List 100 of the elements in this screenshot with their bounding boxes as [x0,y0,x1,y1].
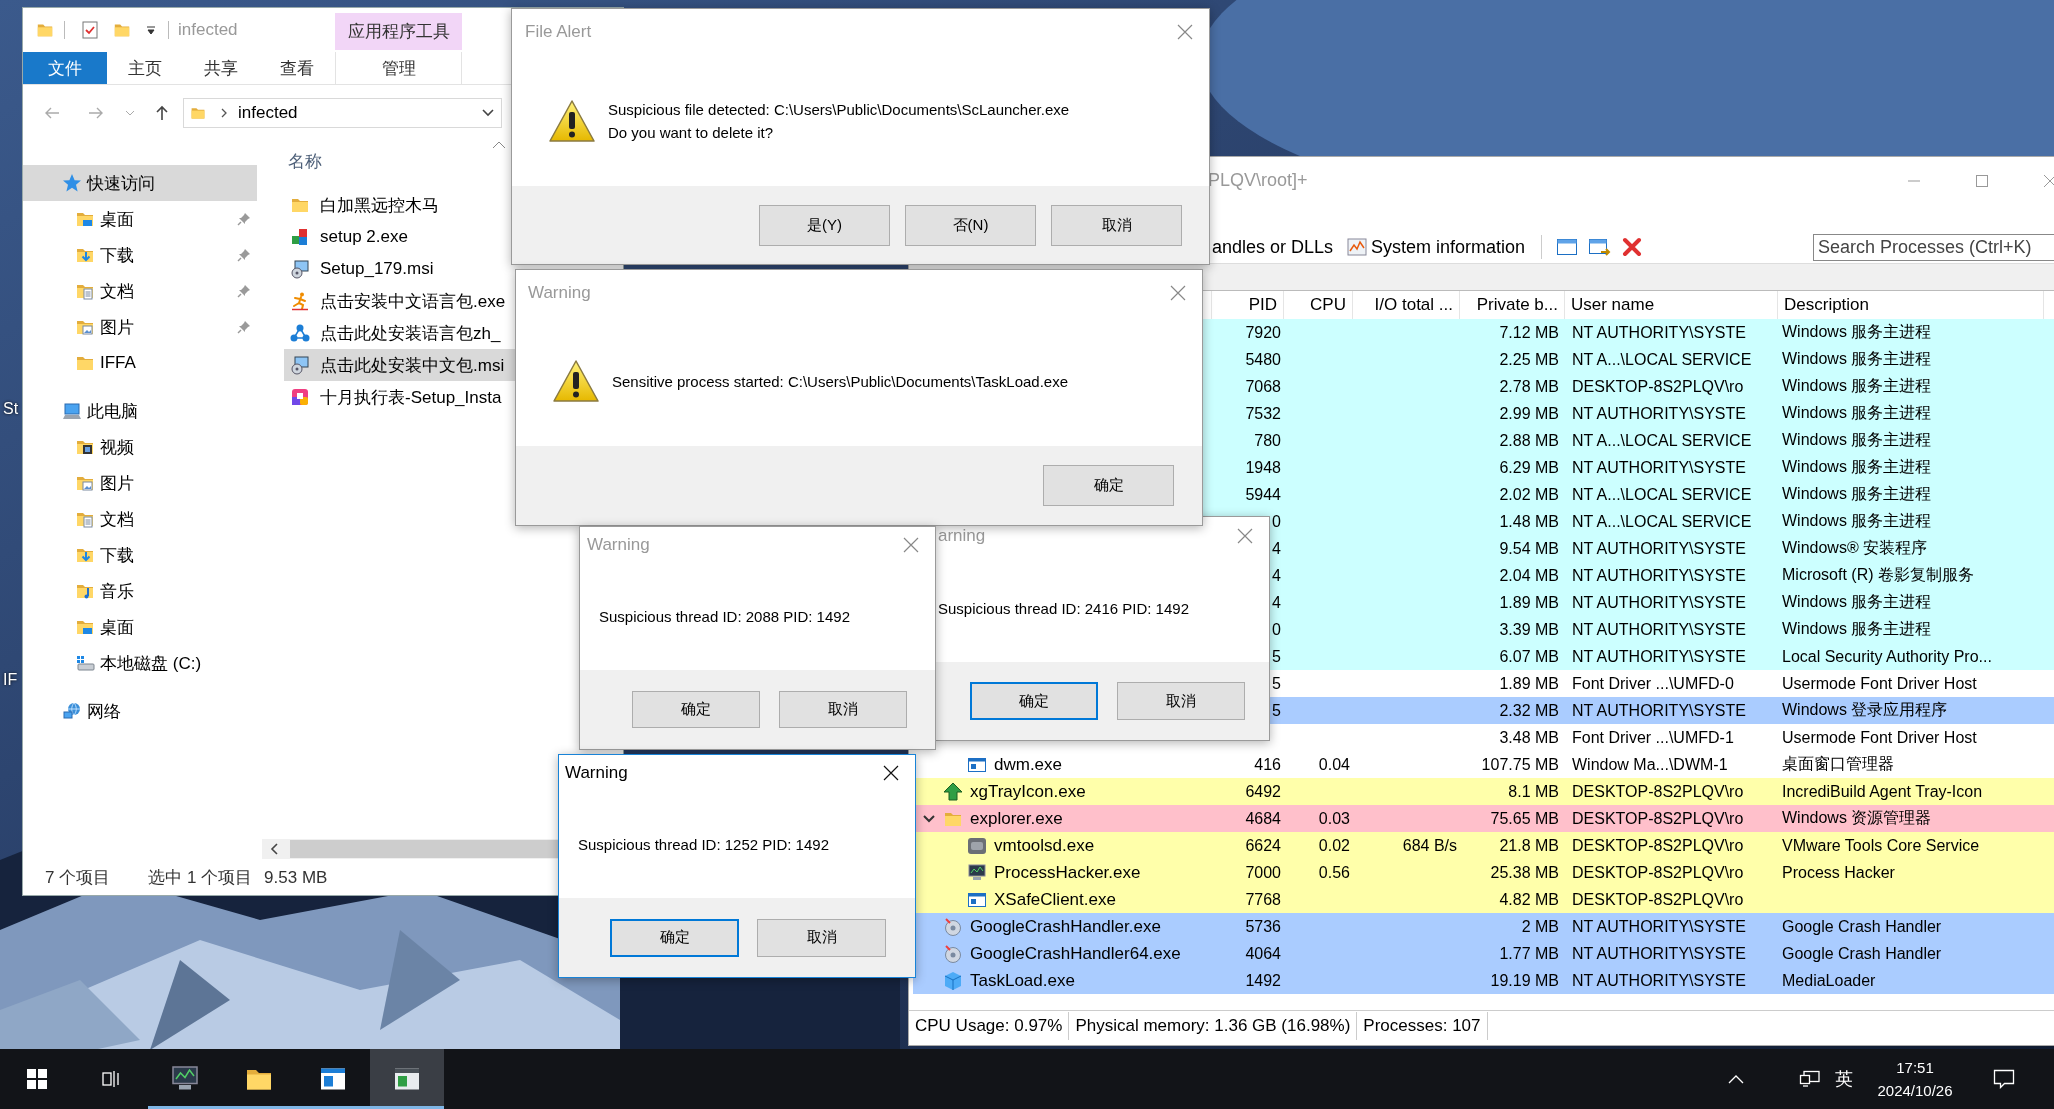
checklist-icon[interactable] [80,20,100,40]
nav-item[interactable]: 文档 [23,273,257,309]
notification-icon[interactable] [1993,1069,2015,1089]
process-row[interactable]: ProcessHacker.exe 7000 0.56 25.38 MB DESKTOP-8S2PLQV\ro Process Hacker [913,859,2054,886]
nav-item[interactable]: IFFA [23,345,257,381]
nodes-icon [290,323,310,343]
table-cell: 3.48 MB [1499,728,1559,747]
taskbar-button[interactable] [370,1049,444,1109]
nav-item[interactable]: 本地磁盘 (C:) [23,645,257,681]
clock-date[interactable]: 2024/10/26 [1877,1082,1953,1099]
nav-item[interactable]: 下载 [23,537,257,573]
forward-arrow-icon[interactable] [88,105,104,121]
process-row[interactable]: GoogleCrashHandler64.exe 4064 1.77 MB NT AUTHORITY\SYSTE Google Crash Handler [913,940,2054,967]
table-cell: 4 [1272,539,1281,558]
table-cell: 6492 [1245,782,1281,801]
warning-icon [552,359,600,403]
table-cell: 2.88 MB [1499,431,1559,450]
pin-icon[interactable] [237,284,251,298]
process-row[interactable]: XSafeClient.exe 7768 4.82 MB DESKTOP-8S2PLQV\ro [913,886,2054,913]
windows-logo-icon[interactable] [26,1068,48,1090]
dialog-button[interactable]: 取消 [779,691,907,728]
dialog-button[interactable]: 取消 [1117,682,1245,720]
table-cell: NT AUTHORITY\SYSTE [1572,971,1746,990]
dialog-button[interactable]: 否(N) [905,204,1036,246]
task-view-icon[interactable] [100,1068,122,1090]
ribbon-tab[interactable]: 主页 [107,52,183,84]
cube-blocks-icon [290,227,310,247]
nav-item[interactable]: 下载 [23,237,257,273]
table-cell: 684 B/s [1402,836,1457,855]
table-cell: 6.29 MB [1499,458,1559,477]
ribbon-tab[interactable]: 文件 [23,52,107,84]
ribbon-tab[interactable]: 管理 [335,52,462,84]
window-title: infected [178,20,238,40]
chevron-up-icon[interactable] [1728,1074,1744,1084]
dialog-button[interactable]: 取消 [757,918,886,957]
table-cell: 2.32 MB [1499,701,1559,720]
process-row[interactable]: vmtoolsd.exe 6624 0.02 684 B/s 21.8 MB DESKTOP-8S2PLQV\ro VMware Tools Core Service [913,832,2054,859]
table-cell: 4 [1272,593,1281,612]
network-monitor-icon[interactable] [1798,1070,1821,1088]
table-cell: 5 [1272,647,1281,666]
table-cell: 2.78 MB [1499,377,1559,396]
nav-item[interactable]: 图片 [23,465,257,501]
toolbar-button[interactable]: System information [1345,233,1528,261]
dialog-button[interactable]: 确定 [970,682,1098,720]
maximize-icon[interactable] [1975,173,1989,188]
input-method-indicator[interactable]: 英 [1827,1067,1861,1091]
nav-item[interactable]: 快速访问 [23,165,257,201]
table-cell-text: Windows 服务主进程 [1782,457,1932,477]
clock-time[interactable]: 17:51 [1896,1059,1934,1076]
scroll-left-icon[interactable] [270,843,280,855]
toolbar-button[interactable]: andles or DLLs [1210,233,1336,261]
search-field[interactable]: Search Processes (Ctrl+K) [1813,233,2054,261]
table-cell: 0.56 [1318,863,1350,882]
nav-item[interactable]: 音乐 [23,573,257,609]
expand-chevron-icon[interactable] [922,813,936,824]
nav-item[interactable]: 文档 [23,501,257,537]
table-cell: DESKTOP-8S2PLQV\ro [1572,890,1744,909]
nav-item[interactable]: 桌面 [23,609,257,645]
table-cell: GoogleCrashHandler.exe [970,916,1161,937]
up-arrow-icon [943,781,963,802]
table-cell: 7000 [1245,863,1281,882]
column-header[interactable]: 名称 [288,149,322,173]
dialog-button[interactable]: 取消 [1051,204,1182,246]
nav-item[interactable]: 网络 [23,693,257,729]
ribbon-tab[interactable]: 共享 [183,52,259,84]
window-arrow-icon[interactable] [1588,237,1613,257]
process-row[interactable]: explorer.exe 4684 0.03 75.65 MB DESKTOP-8S2PLQV\ro Windows 资源管理器 [913,805,2054,832]
cross-icon[interactable] [1622,237,1643,257]
process-row[interactable]: GoogleCrashHandler.exe 5736 2 MB NT AUTHORITY\SYSTE Google Crash Handler [913,913,2054,940]
table-cell: 6.07 MB [1499,647,1559,666]
back-arrow-icon[interactable] [44,105,60,121]
pin-icon[interactable] [237,248,251,262]
dialog-button[interactable]: 确定 [1043,465,1174,506]
dialog-button[interactable]: 是(Y) [759,204,890,246]
address-bar[interactable]: infected [183,98,502,128]
process-row[interactable]: TaskLoad.exe 1492 19.19 MB NT AUTHORITY\SYSTE MediaLoader [913,967,2054,994]
table-cell: NT A...\LOCAL SERVICE [1572,350,1752,369]
disc-icon [943,916,963,937]
status-text: 选中 1 个项目 [148,867,253,889]
nav-item[interactable]: 视频 [23,429,257,465]
dialog-button[interactable]: 确定 [632,691,760,728]
close-icon[interactable] [883,765,899,781]
up-arrow-icon[interactable] [154,105,170,121]
table-cell: DESKTOP-8S2PLQV\ro [1572,836,1744,855]
window-icon[interactable] [1556,237,1579,257]
table-cell: 9.54 MB [1499,539,1559,558]
table-cell: Usermode Font Driver Host [1782,728,1977,747]
process-row[interactable]: xgTrayIcon.exe 6492 8.1 MB DESKTOP-8S2PLQV\ro IncrediBuild Agent Tray-Icon [913,778,2054,805]
cube-icon [943,970,963,991]
nav-item[interactable]: 图片 [23,309,257,345]
dialog-button[interactable]: 确定 [610,918,739,957]
pin-icon[interactable] [237,320,251,334]
chevron-down-icon[interactable] [481,108,495,118]
table-cell: dwm.exe [994,754,1063,775]
table-cell: 7068 [1245,377,1281,396]
ribbon-tab[interactable]: 查看 [259,52,335,84]
pin-icon[interactable] [237,212,251,226]
nav-item[interactable]: 此电脑 [23,393,257,429]
nav-item[interactable]: 桌面 [23,201,257,237]
dropdown-caret-icon[interactable] [146,25,156,35]
